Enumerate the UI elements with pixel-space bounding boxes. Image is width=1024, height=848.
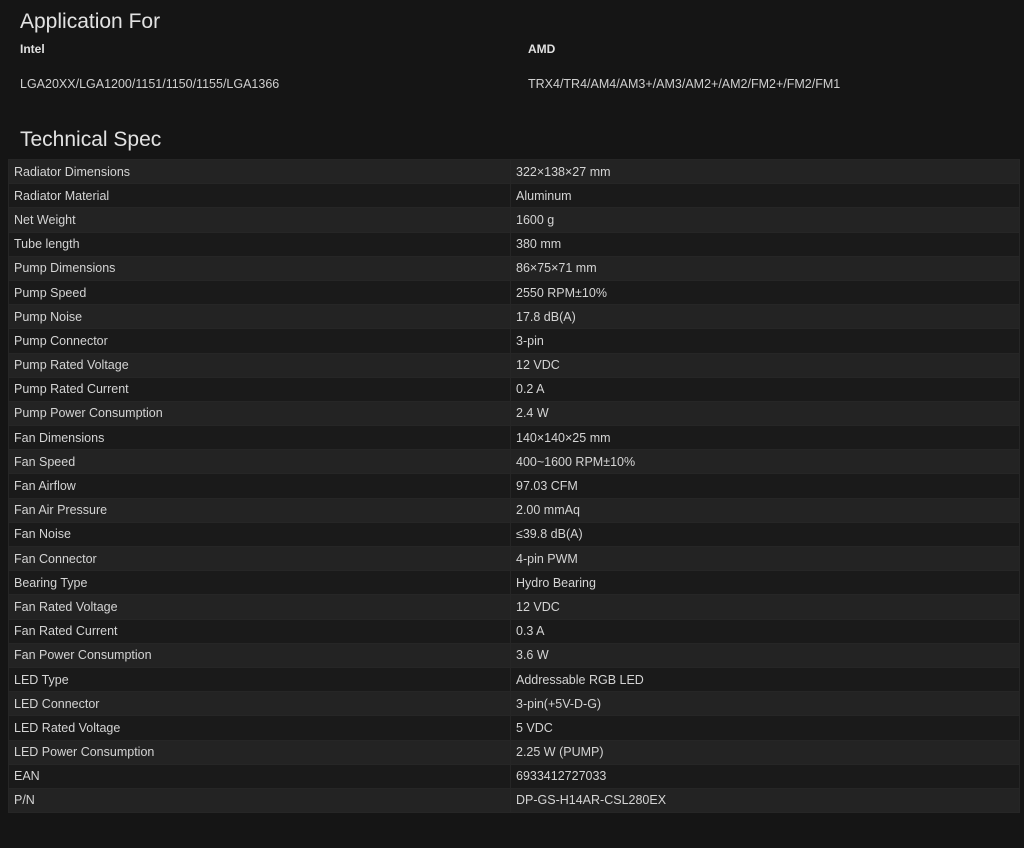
table-row: Fan Rated Voltage 12 VDC: [8, 594, 1020, 620]
spec-key: Radiator Dimensions: [8, 158, 511, 185]
spec-value: 0.3 A: [510, 618, 1020, 644]
spec-value: 380 mm: [510, 231, 1020, 257]
spec-value: 12 VDC: [510, 594, 1020, 620]
table-row: Pump Connector 3-pin: [8, 328, 1020, 354]
spec-value: 3-pin(+5V-D-G): [510, 691, 1020, 717]
spec-value: 5 VDC: [510, 715, 1020, 741]
table-row: Pump Dimensions 86×75×71 mm: [8, 255, 1020, 281]
intel-sockets: LGA20XX/LGA1200/1151/1150/1155/LGA1366: [20, 77, 280, 91]
table-row: Fan Noise ≤39.8 dB(A): [8, 521, 1020, 548]
spec-key: Pump Noise: [8, 304, 511, 330]
table-row: Radiator Dimensions 322×138×27 mm: [8, 158, 1020, 185]
spec-key: Pump Connector: [8, 328, 511, 354]
table-row: Fan Connector 4-pin PWM: [8, 545, 1020, 572]
spec-key: LED Power Consumption: [8, 739, 511, 765]
spec-value: 4-pin PWM: [510, 545, 1020, 572]
spec-value: 12 VDC: [510, 352, 1020, 378]
spec-key: LED Type: [8, 666, 511, 693]
spec-value: 400~1600 RPM±10%: [510, 449, 1020, 475]
amd-heading: AMD: [528, 42, 556, 56]
spec-value: Hydro Bearing: [510, 570, 1020, 596]
spec-value: DP-GS-H14AR-CSL280EX: [510, 787, 1020, 814]
table-row: Tube length 380 mm: [8, 231, 1020, 257]
table-row: Fan Air Pressure 2.00 mmAq: [8, 497, 1020, 523]
spec-key: P/N: [8, 787, 511, 814]
spec-key: Fan Dimensions: [8, 425, 511, 451]
spec-key: Pump Power Consumption: [8, 400, 511, 427]
spec-key: Net Weight: [8, 207, 511, 233]
spec-value: 97.03 CFM: [510, 473, 1020, 499]
spec-key: Pump Dimensions: [8, 255, 511, 281]
table-row: Fan Airflow 97.03 CFM: [8, 473, 1020, 499]
spec-key: Fan Rated Voltage: [8, 594, 511, 620]
spec-value: Addressable RGB LED: [510, 666, 1020, 693]
table-row: Pump Rated Voltage 12 VDC: [8, 352, 1020, 378]
spec-value: ≤39.8 dB(A): [510, 521, 1020, 548]
table-row: Radiator Material Aluminum: [8, 183, 1020, 209]
table-row: Pump Speed 2550 RPM±10%: [8, 279, 1020, 306]
spec-key: Pump Speed: [8, 279, 511, 306]
table-row: Fan Power Consumption 3.6 W: [8, 642, 1020, 668]
spec-value: 2.25 W (PUMP): [510, 739, 1020, 765]
spec-value: Aluminum: [510, 183, 1020, 209]
spec-value: 322×138×27 mm: [510, 158, 1020, 185]
spec-table-body: Radiator Dimensions 322×138×27 mm Radiator…: [8, 158, 1020, 814]
spec-key: Fan Air Pressure: [8, 497, 511, 523]
spec-value: 2.00 mmAq: [510, 497, 1020, 523]
spec-key: LED Rated Voltage: [8, 715, 511, 741]
spec-value: 3-pin: [510, 328, 1020, 354]
table-row: Fan Speed 400~1600 RPM±10%: [8, 449, 1020, 475]
table-row: Pump Power Consumption 2.4 W: [8, 400, 1020, 427]
intel-heading: Intel: [20, 42, 45, 56]
spec-key: Fan Airflow: [8, 473, 511, 499]
spec-key: Radiator Material: [8, 183, 511, 209]
spec-key: LED Connector: [8, 691, 511, 717]
spec-value: 86×75×71 mm: [510, 255, 1020, 281]
spec-value: 2.4 W: [510, 400, 1020, 427]
table-row: Pump Rated Current 0.2 A: [8, 376, 1020, 402]
spec-table: Radiator Dimensions 322×138×27 mm Radiator…: [8, 158, 1020, 814]
spec-key: Fan Noise: [8, 521, 511, 548]
table-row: LED Connector 3-pin(+5V-D-G): [8, 691, 1020, 717]
spec-key: EAN: [8, 763, 511, 789]
spec-value: 17.8 dB(A): [510, 304, 1020, 330]
technical-spec-heading: Technical Spec: [20, 128, 162, 151]
spec-value: 2550 RPM±10%: [510, 279, 1020, 306]
spec-key: Pump Rated Voltage: [8, 352, 511, 378]
spec-key: Fan Connector: [8, 545, 511, 572]
spec-page: Application For Intel AMD LGA20XX/LGA120…: [0, 0, 1024, 848]
spec-key: Fan Rated Current: [8, 618, 511, 644]
table-row: Net Weight 1600 g: [8, 207, 1020, 233]
spec-key: Fan Speed: [8, 449, 511, 475]
table-row: P/N DP-GS-H14AR-CSL280EX: [8, 787, 1020, 814]
spec-key: Pump Rated Current: [8, 376, 511, 402]
spec-key: Bearing Type: [8, 570, 511, 596]
table-row: LED Power Consumption 2.25 W (PUMP): [8, 739, 1020, 765]
table-row: Pump Noise 17.8 dB(A): [8, 304, 1020, 330]
table-row: Bearing Type Hydro Bearing: [8, 570, 1020, 596]
spec-value: 0.2 A: [510, 376, 1020, 402]
spec-value: 1600 g: [510, 207, 1020, 233]
spec-key: Fan Power Consumption: [8, 642, 511, 668]
table-row: Fan Dimensions 140×140×25 mm: [8, 425, 1020, 451]
spec-value: 140×140×25 mm: [510, 425, 1020, 451]
table-row: EAN 6933412727033: [8, 763, 1020, 789]
amd-sockets: TRX4/TR4/AM4/AM3+/AM3/AM2+/AM2/FM2+/FM2/…: [528, 77, 841, 91]
spec-value: 3.6 W: [510, 642, 1020, 668]
table-row: Fan Rated Current 0.3 A: [8, 618, 1020, 644]
spec-value: 6933412727033: [510, 763, 1020, 789]
spec-key: Tube length: [8, 231, 511, 257]
application-for-heading: Application For: [20, 10, 161, 33]
table-row: LED Rated Voltage 5 VDC: [8, 715, 1020, 741]
table-row: LED Type Addressable RGB LED: [8, 666, 1020, 693]
